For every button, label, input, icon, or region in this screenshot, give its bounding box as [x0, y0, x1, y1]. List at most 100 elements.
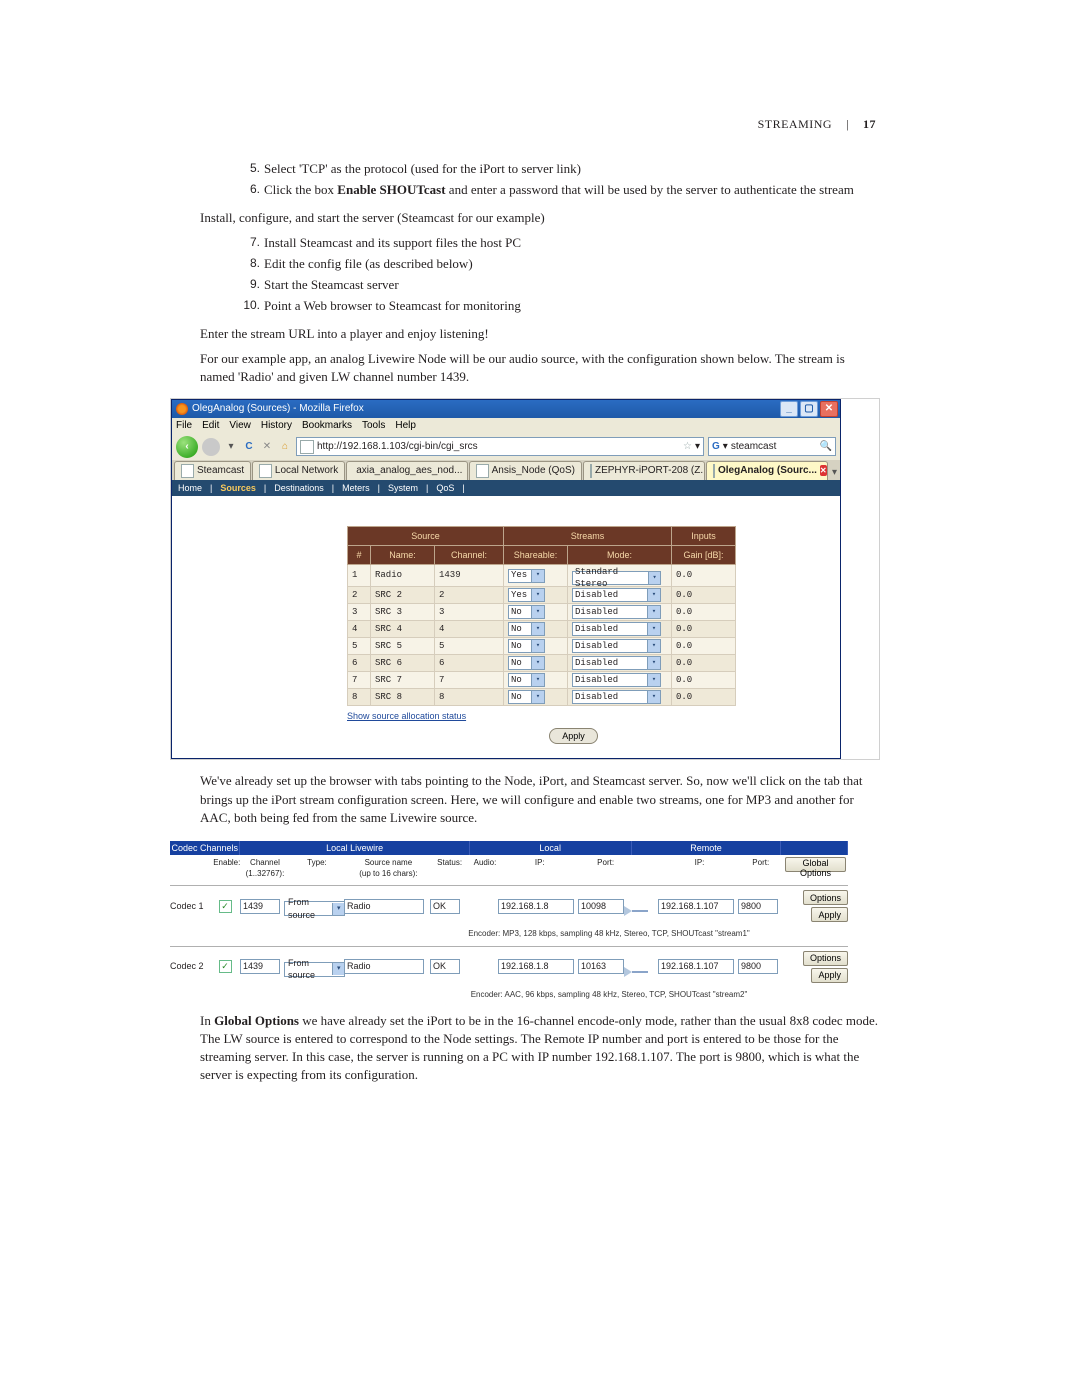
nav-meters[interactable]: Meters: [342, 482, 370, 495]
tab-steamcast[interactable]: Steamcast: [174, 461, 251, 480]
menu-help[interactable]: Help: [395, 419, 416, 433]
shareable-select[interactable]: No▾: [508, 673, 545, 687]
mode-select[interactable]: Disabled▾: [572, 656, 661, 670]
url-dropdown-icon[interactable]: ▾: [695, 440, 700, 454]
local-port-input[interactable]: 10098: [578, 899, 624, 914]
sub-ip: IP:: [501, 855, 579, 885]
shareable-select[interactable]: No▾: [508, 639, 545, 653]
type-select[interactable]: From source▾: [284, 901, 345, 916]
remote-port-input[interactable]: 9800: [738, 899, 778, 914]
th-num: #: [348, 545, 371, 564]
apply-button[interactable]: Apply: [811, 907, 848, 922]
step-text: Start the Steamcast server: [264, 277, 399, 292]
cell-num: 7: [348, 672, 371, 689]
nav-sources[interactable]: Sources: [220, 482, 256, 495]
alloc-link[interactable]: Show source allocation status: [347, 710, 800, 724]
apply-button[interactable]: Apply: [549, 728, 598, 744]
mode-select[interactable]: Disabled▾: [572, 690, 661, 704]
mode-select[interactable]: Disabled▾: [572, 622, 661, 636]
status-box: OK: [430, 899, 460, 914]
tab-ansis[interactable]: Ansis_Node (QoS): [469, 461, 582, 480]
back-icon[interactable]: ‹: [176, 436, 198, 458]
nav-toolbar: ‹ ▾ C ✕ ⌂ http://192.168.1.103/cgi-bin/c…: [172, 434, 840, 460]
th-source: Source: [348, 526, 504, 545]
nav-home[interactable]: Home: [178, 482, 202, 495]
remote-ip-input[interactable]: 192.168.1.107: [658, 899, 734, 914]
tab-dropdown-icon[interactable]: ▾: [829, 466, 840, 480]
cell-shareable: No▾: [504, 689, 568, 706]
titlebar: OlegAnalog (Sources) - Mozilla Firefox _…: [172, 400, 840, 418]
shareable-select[interactable]: No▾: [508, 622, 545, 636]
codec-screenshot: Codec Channels Local Livewire Local Remo…: [170, 841, 848, 1000]
home-icon[interactable]: ⌂: [278, 440, 292, 454]
cell-name: SRC 8: [371, 689, 435, 706]
chevron-down-icon: ▾: [531, 691, 544, 703]
local-port-input[interactable]: 10163: [578, 959, 624, 974]
mode-select[interactable]: Disabled▾: [572, 605, 661, 619]
channel-input[interactable]: 1439: [240, 959, 280, 974]
bookmark-star-icon[interactable]: ☆: [683, 440, 692, 454]
menu-tools[interactable]: Tools: [362, 419, 385, 433]
step-number: 8.: [240, 255, 260, 272]
dropdown-icon[interactable]: ▾: [224, 440, 238, 454]
shareable-select[interactable]: No▾: [508, 656, 545, 670]
mode-select[interactable]: Disabled▾: [572, 639, 661, 653]
search-icon[interactable]: 🔍: [820, 440, 832, 454]
sub-srcname1: Source name: [365, 858, 413, 867]
remote-port-input[interactable]: 9800: [738, 959, 778, 974]
local-ip-input[interactable]: 192.168.1.8: [498, 899, 574, 914]
menu-bookmarks[interactable]: Bookmarks: [302, 419, 352, 433]
enable-checkbox[interactable]: ✓: [219, 900, 232, 913]
tab-local-network[interactable]: Local Network: [252, 461, 345, 480]
maximize-icon[interactable]: ▢: [800, 401, 818, 417]
tab-zephyr[interactable]: ZEPHYR-iPORT-208 (Z...: [583, 461, 705, 480]
cell-name: SRC 4: [371, 621, 435, 638]
tab-close-icon[interactable]: ✕: [820, 465, 827, 476]
tab-oleganalog[interactable]: OlegAnalog (Sourc...✕: [706, 461, 828, 480]
nav-qos[interactable]: QoS: [436, 482, 454, 495]
forward-icon[interactable]: [202, 438, 220, 456]
cell-shareable: Yes▾: [504, 587, 568, 604]
source-name-input[interactable]: Radio: [344, 899, 424, 914]
mode-select[interactable]: Disabled▾: [572, 673, 661, 687]
stop-icon[interactable]: ✕: [260, 440, 274, 454]
cell-mode: Standard Stereo▾: [568, 564, 672, 587]
menu-view[interactable]: View: [229, 419, 251, 433]
cell-gain: 0.0: [672, 564, 736, 587]
codec-label: Codec 1: [170, 900, 210, 913]
nav-system[interactable]: System: [388, 482, 418, 495]
source-name-input[interactable]: Radio: [344, 959, 424, 974]
reload-icon[interactable]: C: [242, 440, 256, 454]
remote-ip-input[interactable]: 192.168.1.107: [658, 959, 734, 974]
codec-header: Codec Channels Local Livewire Local Remo…: [170, 841, 848, 855]
apply-button[interactable]: Apply: [811, 968, 848, 983]
global-options-button[interactable]: Global Options: [785, 857, 846, 872]
shareable-select[interactable]: No▾: [508, 605, 545, 619]
enable-checkbox[interactable]: ✓: [219, 960, 232, 973]
table-row: 8SRC 88No▾Disabled▾0.0: [348, 689, 736, 706]
shareable-select[interactable]: Yes▾: [508, 588, 545, 602]
options-button[interactable]: Options: [803, 951, 848, 966]
tab-label: Local Network: [275, 464, 338, 478]
para-global-bold: Global Options: [214, 1013, 299, 1028]
codec-subheader: Enable: Channel(1..32767): Type: Source …: [170, 855, 848, 885]
url-bar[interactable]: http://192.168.1.103/cgi-bin/cgi_srcs ☆ …: [296, 437, 704, 456]
shareable-select[interactable]: Yes▾: [508, 569, 545, 583]
th-mode: Mode:: [568, 545, 672, 564]
options-button[interactable]: Options: [803, 890, 848, 905]
tab-axia[interactable]: axia_analog_aes_nod...: [346, 461, 468, 480]
nav-destinations[interactable]: Destinations: [274, 482, 324, 495]
chevron-down-icon: ▾: [531, 606, 544, 618]
mode-select[interactable]: Disabled▾: [572, 588, 661, 602]
mode-select[interactable]: Standard Stereo▾: [572, 571, 661, 585]
search-box[interactable]: G▾ steamcast 🔍: [708, 437, 836, 456]
menu-edit[interactable]: Edit: [202, 419, 219, 433]
type-select[interactable]: From source▾: [284, 962, 345, 977]
channel-input[interactable]: 1439: [240, 899, 280, 914]
local-ip-input[interactable]: 192.168.1.8: [498, 959, 574, 974]
menu-history[interactable]: History: [261, 419, 292, 433]
close-icon[interactable]: ✕: [820, 401, 838, 417]
minimize-icon[interactable]: _: [780, 401, 798, 417]
shareable-select[interactable]: No▾: [508, 690, 545, 704]
menu-file[interactable]: File: [176, 419, 192, 433]
